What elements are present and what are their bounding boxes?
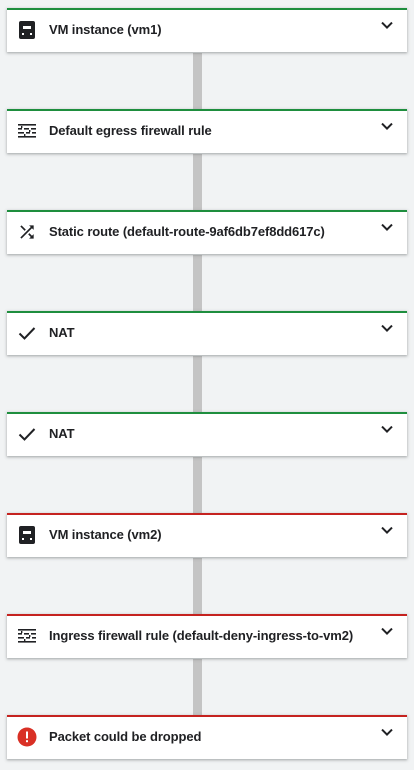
- firewall-rule-icon: [18, 124, 36, 138]
- step-label: NAT: [49, 426, 75, 441]
- error-icon: [17, 727, 37, 747]
- chevron-down-icon: [381, 627, 393, 636]
- route-shuffle-icon: [20, 225, 34, 239]
- step-label: Static route (default-route-9af6db7ef8dd…: [49, 224, 325, 239]
- trace-step-static-route[interactable]: Static route (default-route-9af6db7ef8dd…: [7, 210, 407, 254]
- chevron-down-icon: [381, 21, 393, 30]
- chevron-down-icon: [381, 223, 393, 232]
- expand-button[interactable]: [375, 216, 399, 240]
- trace-connector: [193, 154, 202, 211]
- trace-step-vm-instance-vm2[interactable]: VM instance (vm2): [7, 513, 407, 557]
- trace-connector: [193, 53, 202, 110]
- vm-instance-icon: [19, 526, 35, 544]
- trace-step-nat-1[interactable]: NAT: [7, 311, 407, 355]
- trace-connector: [193, 659, 202, 716]
- step-label: NAT: [49, 325, 75, 340]
- expand-button[interactable]: [375, 418, 399, 442]
- step-label: Packet could be dropped: [49, 729, 202, 744]
- vm-instance-icon: [19, 21, 35, 39]
- checkmark-icon: [18, 428, 36, 441]
- step-label: VM instance (vm1): [49, 22, 162, 37]
- chevron-down-icon: [381, 122, 393, 131]
- trace-connector: [193, 356, 202, 413]
- trace-connector: [193, 457, 202, 514]
- chevron-down-icon: [381, 728, 393, 737]
- checkmark-icon: [18, 327, 36, 340]
- firewall-rule-icon: [18, 629, 36, 643]
- expand-button[interactable]: [375, 14, 399, 38]
- trace-connector: [193, 558, 202, 615]
- trace-step-nat-2[interactable]: NAT: [7, 412, 407, 456]
- step-label: Default egress firewall rule: [49, 123, 212, 138]
- chevron-down-icon: [381, 526, 393, 535]
- trace-step-vm-instance-vm1[interactable]: VM instance (vm1): [7, 8, 407, 52]
- step-label: VM instance (vm2): [49, 527, 162, 542]
- trace-step-packet-dropped[interactable]: Packet could be dropped: [7, 715, 407, 759]
- expand-button[interactable]: [375, 721, 399, 745]
- trace-connector: [193, 255, 202, 312]
- expand-button[interactable]: [375, 115, 399, 139]
- expand-button[interactable]: [375, 620, 399, 644]
- chevron-down-icon: [381, 324, 393, 333]
- trace-step-ingress-firewall-rule[interactable]: Ingress firewall rule (default-deny-ingr…: [7, 614, 407, 658]
- step-label: Ingress firewall rule (default-deny-ingr…: [49, 628, 354, 643]
- expand-button[interactable]: [375, 317, 399, 341]
- trace-step-default-egress-firewall-rule[interactable]: Default egress firewall rule: [7, 109, 407, 153]
- expand-button[interactable]: [375, 519, 399, 543]
- packet-trace: VM instance (vm1) Default egress firewal…: [0, 0, 414, 770]
- chevron-down-icon: [381, 425, 393, 434]
